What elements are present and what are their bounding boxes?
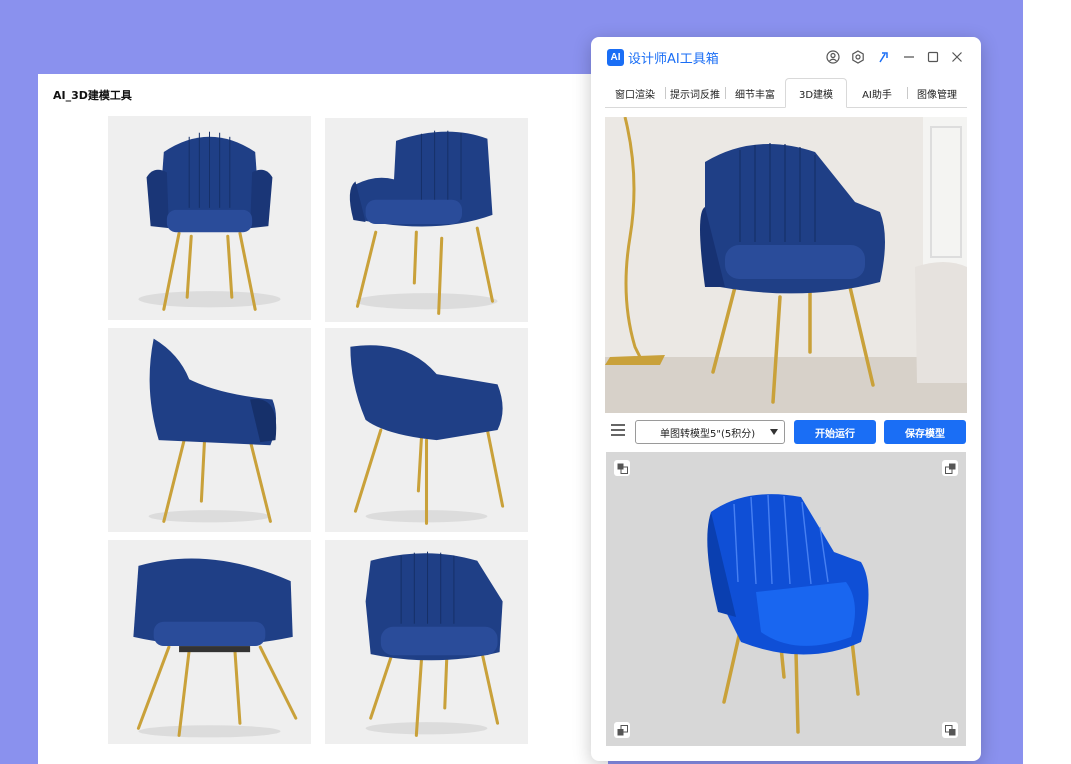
chair-view-three-quarter-image xyxy=(325,118,528,322)
tab-bar: 窗口渲染 提示词反推 细节丰富 3D建模 AI助手 图像管理 xyxy=(605,78,967,108)
tab-window-render[interactable]: 窗口渲染 xyxy=(605,78,665,108)
viewport-corner-top-left-icon[interactable] xyxy=(614,460,630,476)
maximize-icon[interactable] xyxy=(925,49,941,65)
pin-icon[interactable] xyxy=(876,49,892,65)
window-title-bar: AI 设计师AI工具箱 xyxy=(591,37,981,77)
user-icon[interactable] xyxy=(825,49,841,65)
chair-view-front-image xyxy=(108,116,311,320)
tab-ai-assistant[interactable]: AI助手 xyxy=(847,78,907,108)
model-type-selected: 单图转模型5"(5积分) xyxy=(660,428,756,440)
tab-image-manager[interactable]: 图像管理 xyxy=(907,78,967,108)
viewport-corner-bottom-right-icon[interactable] xyxy=(942,722,958,738)
chevron-down-icon xyxy=(770,429,778,435)
chair-view-high-angle-image xyxy=(325,540,528,744)
chair-view-back-image xyxy=(325,328,528,532)
start-run-button[interactable]: 开始运行 xyxy=(794,420,876,444)
3d-model-viewport[interactable] xyxy=(606,452,966,746)
model-controls-row: 单图转模型5"(5积分) 开始运行 保存模型 xyxy=(605,419,967,445)
settings-icon[interactable] xyxy=(850,49,866,65)
model-type-dropdown[interactable]: 单图转模型5"(5积分) xyxy=(635,420,785,444)
input-photo-preview xyxy=(605,117,967,413)
document-title: AI_3D建模工具 xyxy=(53,89,132,102)
reference-document-window: AI_3D建模工具 xyxy=(38,74,608,764)
app-title: 设计师AI工具箱 xyxy=(628,52,719,67)
ai-toolbox-window: AI 设计师AI工具箱 窗口渲染 提示词反推 细节丰富 3D建模 AI助手 图像… xyxy=(591,37,981,761)
chair-view-low-angle-image xyxy=(108,540,311,744)
viewport-corner-bottom-left-icon[interactable] xyxy=(614,722,630,738)
tab-detail-enrich[interactable]: 细节丰富 xyxy=(725,78,785,108)
viewport-corner-top-right-icon[interactable] xyxy=(942,460,958,476)
tab-3d-modeling[interactable]: 3D建模 xyxy=(785,78,847,108)
tab-prompt-reverse[interactable]: 提示词反推 xyxy=(665,78,725,108)
minimize-icon[interactable] xyxy=(901,49,917,65)
chair-view-side-left-image xyxy=(108,328,311,532)
close-icon[interactable] xyxy=(949,49,965,65)
save-model-button[interactable]: 保存模型 xyxy=(884,420,966,444)
menu-icon[interactable] xyxy=(611,424,625,438)
app-logo: AI xyxy=(607,49,624,66)
